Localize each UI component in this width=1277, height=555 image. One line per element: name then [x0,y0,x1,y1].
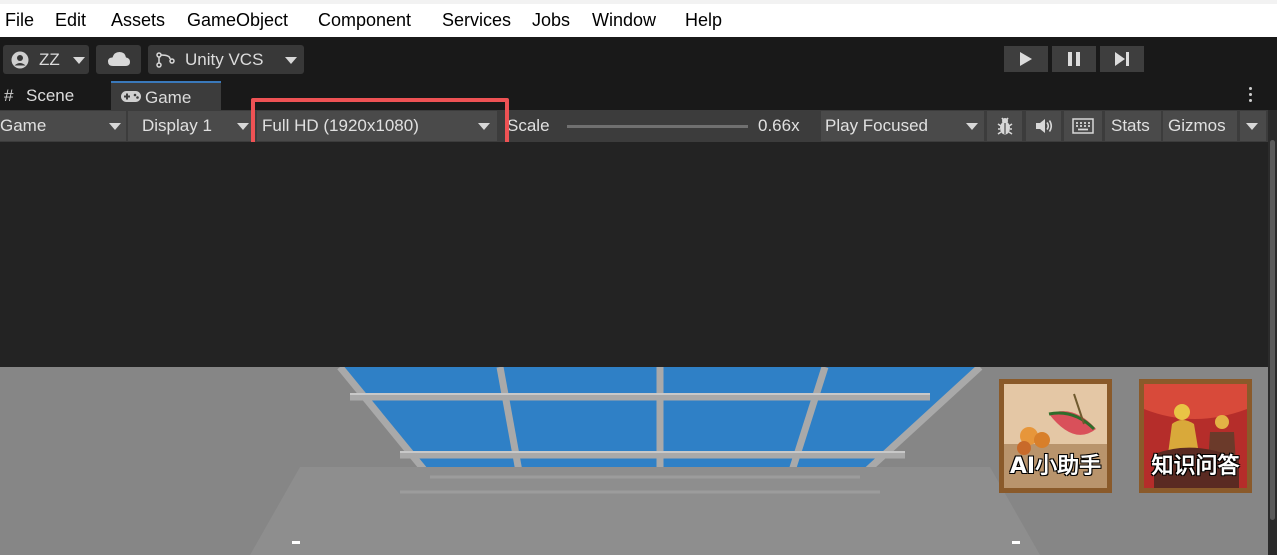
step-icon [1115,52,1129,66]
menu-services[interactable]: Services [442,10,511,31]
chevron-down-icon [237,123,249,130]
tab-game[interactable]: Game [111,81,221,112]
scale-value: 0.66x [758,116,800,135]
pause-icon [1068,52,1080,66]
menu-component[interactable]: Component [318,10,411,31]
stats-label: Stats [1111,116,1150,135]
more-options-icon[interactable] [1249,87,1253,105]
version-control-dropdown[interactable]: Unity VCS [148,45,304,74]
game-scene-view[interactable]: AI小助手 知识问答 [0,367,1268,555]
keyboard-icon [1072,118,1094,134]
vertical-scrollbar[interactable] [1268,110,1277,555]
scale-label: Scale [507,116,550,135]
vcs-label: Unity VCS [185,49,264,69]
keyboard-button[interactable] [1064,111,1102,141]
tab-scene[interactable]: # Scene [0,81,108,110]
audio-button[interactable] [1026,111,1061,141]
play-mode-dropdown[interactable]: Play Focused [821,111,984,141]
ai-assistant-button[interactable]: AI小助手 [999,379,1112,493]
grid-icon: # [4,85,14,105]
cloud-icon [108,52,130,66]
gizmos-label: Gizmos [1168,116,1226,135]
bug-button[interactable] [987,111,1022,141]
gizmos-button[interactable]: Gizmos [1163,111,1237,141]
menu-help[interactable]: Help [685,10,722,31]
stats-button[interactable]: Stats [1105,111,1161,141]
chevron-down-icon [285,57,297,64]
ai-assistant-label: AI小助手 [1009,454,1102,479]
scale-slider[interactable] [567,125,748,128]
menu-file[interactable]: File [5,10,34,31]
display-label: Display 1 [142,116,212,135]
tab-game-label: Game [145,87,192,107]
menu-window[interactable]: Window [592,10,656,31]
gamepad-icon [121,91,141,102]
view-mode-dropdown[interactable]: Game [0,111,126,141]
menu-bar: File Edit Assets GameObject Component Se… [0,0,1277,37]
menu-jobs[interactable]: Jobs [532,10,570,31]
tab-scene-label: Scene [26,85,75,105]
account-label: ZZ [39,49,60,69]
view-mode-label: Game [0,116,47,135]
game-view-toolbar: Game Display 1 Full HD (1920x1080) Scale… [0,110,1268,142]
display-dropdown[interactable]: Display 1 [128,111,252,141]
scrollbar-thumb[interactable] [1270,140,1275,520]
play-mode-label: Play Focused [825,116,928,135]
tab-bar: # Scene Game [0,81,1277,112]
game-view-letterbox [0,142,1268,367]
speaker-icon [1035,119,1052,133]
bug-icon [997,117,1012,135]
menu-assets[interactable]: Assets [111,10,165,31]
knowledge-quiz-label: 知识问答 [1151,454,1240,479]
chevron-down-icon [966,123,978,130]
play-icon [1020,52,1032,66]
chevron-down-icon [1246,123,1258,130]
chevron-down-icon [109,123,121,130]
cloud-button[interactable] [96,45,141,74]
step-button[interactable] [1100,46,1144,72]
account-dropdown[interactable]: ZZ [3,45,89,74]
play-button[interactable] [1004,46,1048,72]
menu-gameobject[interactable]: GameObject [187,10,288,31]
gizmos-dropdown[interactable] [1240,111,1266,141]
pause-button[interactable] [1052,46,1096,72]
chevron-down-icon [73,57,85,64]
account-icon [11,51,29,69]
branch-icon [156,52,175,68]
knowledge-quiz-button[interactable]: 知识问答 [1139,379,1252,493]
main-toolbar: ZZ Unity VCS [0,37,1277,81]
menu-edit[interactable]: Edit [55,10,86,31]
